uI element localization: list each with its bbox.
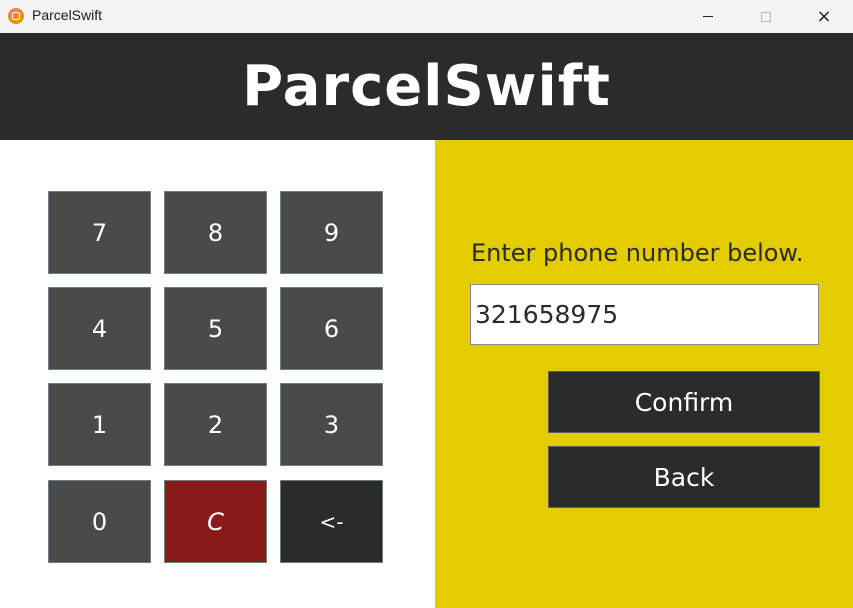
key-3[interactable]: 3	[280, 383, 383, 466]
key-9[interactable]: 9	[280, 191, 383, 274]
key-5[interactable]: 5	[164, 287, 267, 370]
clear-button[interactable]: C	[164, 480, 267, 563]
minimize-button[interactable]	[679, 0, 737, 33]
key-1[interactable]: 1	[48, 383, 151, 466]
backspace-button[interactable]: <-	[280, 480, 383, 563]
maximize-button[interactable]	[737, 0, 795, 33]
window-titlebar: ParcelSwift ×	[0, 0, 853, 33]
close-button[interactable]: ×	[795, 0, 853, 33]
key-7[interactable]: 7	[48, 191, 151, 274]
key-4[interactable]: 4	[48, 287, 151, 370]
phone-prompt: Enter phone number below.	[471, 239, 804, 267]
minimize-icon	[703, 16, 713, 17]
maximize-icon	[761, 11, 771, 22]
app-header: ParcelSwift	[0, 33, 853, 140]
key-8[interactable]: 8	[164, 191, 267, 274]
key-6[interactable]: 6	[280, 287, 383, 370]
phone-number-input[interactable]: 321658975	[470, 284, 819, 345]
app-logo-icon	[8, 8, 24, 24]
app-title: ParcelSwift	[242, 54, 611, 119]
back-button[interactable]: Back	[548, 446, 820, 508]
window-title: ParcelSwift	[32, 7, 103, 23]
phone-entry-panel: Enter phone number below. 321658975 Conf…	[435, 140, 853, 608]
close-icon: ×	[816, 5, 832, 27]
key-0[interactable]: 0	[48, 480, 151, 563]
key-2[interactable]: 2	[164, 383, 267, 466]
keypad-panel: 7 8 9 4 5 6 1 2 3 0 C <-	[0, 140, 435, 608]
confirm-button[interactable]: Confirm	[548, 371, 820, 433]
